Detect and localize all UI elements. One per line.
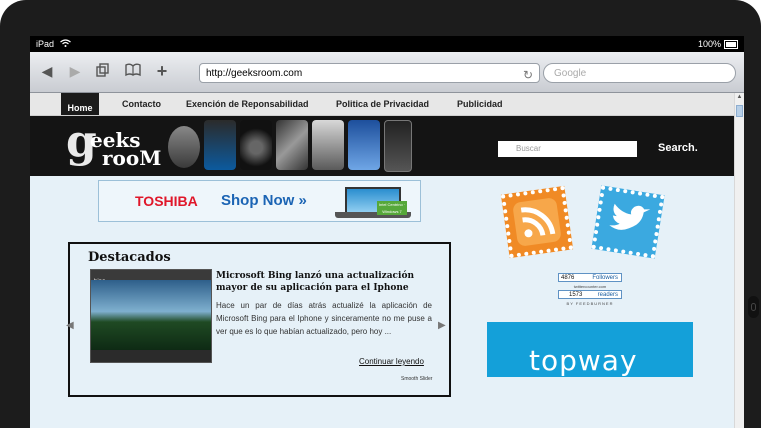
windows-box-icon xyxy=(204,120,236,170)
ipad-frame: iPad 100% ◀ ▶ + http://geeksroom.com ↻ G… xyxy=(0,0,761,428)
slider-prev-arrow-icon[interactable]: ◀ xyxy=(66,320,74,331)
site-search-input[interactable]: Buscar xyxy=(498,141,637,157)
site-search-placeholder: Buscar xyxy=(516,144,541,153)
logo-line-2: rooM xyxy=(102,146,162,170)
site-nav: Home Contacto Exención de Reponsabilidad… xyxy=(30,93,734,116)
rss-icon[interactable] xyxy=(500,185,574,259)
nav-item-publicidad[interactable]: Publicidad xyxy=(457,99,503,109)
feedburner-credit: BY FEEDBURNER xyxy=(566,301,614,306)
featured-slider: Destacados ◀ ▶ bing Microsoft Bing lanzó… xyxy=(66,242,451,397)
battery-percent: 100% xyxy=(697,39,721,49)
slider-next-arrow-icon[interactable]: ▶ xyxy=(438,320,446,331)
twitter-counter[interactable]: 4876 Followers xyxy=(558,273,622,282)
header-gadgets-banner xyxy=(168,120,412,172)
back-icon[interactable]: ◀ xyxy=(39,63,55,79)
laptop-sticker: Intel Centrino · Windows 7 xyxy=(377,201,407,215)
toshiba-brand: TOSHIBA xyxy=(135,193,198,209)
nav-item-home[interactable]: Home xyxy=(61,93,99,115)
featured-headline[interactable]: Microsoft Bing lanzó una actualización m… xyxy=(216,270,432,294)
topway-ad-banner[interactable]: topway xyxy=(487,322,693,377)
forward-icon[interactable]: ▶ xyxy=(67,63,83,79)
nav-item-contacto[interactable]: Contacto xyxy=(122,99,161,109)
phone-wallpaper xyxy=(91,280,211,350)
site-header: g eeks rooM Buscar Search. xyxy=(30,116,734,176)
device-name: iPad xyxy=(36,39,55,49)
topway-text: topway xyxy=(529,344,638,377)
twitter-bird-icon[interactable] xyxy=(591,185,665,259)
wifi-icon xyxy=(60,39,71,49)
read-more-link[interactable]: Continuar leyendo xyxy=(359,357,424,366)
web-page: Home Contacto Exención de Reponsabilidad… xyxy=(30,93,744,428)
featured-excerpt: Hace un par de días atrás actualizé la a… xyxy=(216,301,432,336)
monitor-icon xyxy=(312,120,344,170)
counter-site: twittercounter.com xyxy=(573,284,607,289)
circuit-board-icon xyxy=(276,120,308,170)
featured-image[interactable]: bing xyxy=(90,269,212,363)
site-search-button[interactable]: Search. xyxy=(658,142,698,154)
camera-icon xyxy=(240,120,272,170)
screen: iPad 100% ◀ ▶ + http://geeksroom.com ↻ G… xyxy=(30,36,744,428)
followers-count: 4876 xyxy=(561,275,575,281)
page-scrollbar[interactable]: ▲ xyxy=(734,93,744,428)
battery-icon xyxy=(724,39,738,49)
phone-toolbar xyxy=(91,350,211,362)
followers-label: Followers xyxy=(592,275,618,281)
toshiba-cta: Shop Now » xyxy=(221,192,307,209)
url-field[interactable]: http://geeksroom.com ↻ xyxy=(199,63,540,83)
phone-status-bar: bing xyxy=(91,270,211,285)
hard-drive-icon xyxy=(168,126,200,168)
readers-count: 1573 xyxy=(569,292,583,298)
url-text: http://geeksroom.com xyxy=(206,68,303,79)
toshiba-ad-banner[interactable]: TOSHIBA Shop Now » Intel Centrino · Wind… xyxy=(98,180,421,222)
home-button-icon[interactable] xyxy=(748,296,759,318)
browser-toolbar: ◀ ▶ + http://geeksroom.com ↻ Google xyxy=(30,52,744,93)
tabs-icon[interactable] xyxy=(95,63,111,79)
add-icon[interactable]: + xyxy=(154,62,170,80)
bookmarks-icon[interactable] xyxy=(125,63,141,79)
feedburner-counter[interactable]: 1573 readers xyxy=(558,290,622,299)
nav-item-privacidad[interactable]: Politica de Privacidad xyxy=(336,99,429,109)
social-counters: 4876 Followers twittercounter.com 1573 r… xyxy=(558,273,622,306)
featured-title: Destacados xyxy=(88,250,171,265)
linux-box-icon xyxy=(348,120,380,170)
browser-search-placeholder: Google xyxy=(554,68,587,79)
scroll-thumb[interactable] xyxy=(736,105,743,117)
readers-label: readers xyxy=(597,292,618,298)
smartphone-icon xyxy=(384,120,412,172)
status-bar: iPad 100% xyxy=(30,36,744,52)
slider-credit[interactable]: Smooth Slider xyxy=(401,376,432,382)
nav-item-label: Home xyxy=(67,103,93,113)
reload-icon[interactable]: ↻ xyxy=(523,65,533,85)
scroll-up-arrow-icon[interactable]: ▲ xyxy=(735,94,744,103)
laptop-icon: Intel Centrino · Windows 7 xyxy=(335,187,415,219)
nav-item-exencion[interactable]: Exención de Reponsabilidad xyxy=(186,99,309,109)
browser-search-field[interactable]: Google xyxy=(543,63,736,83)
